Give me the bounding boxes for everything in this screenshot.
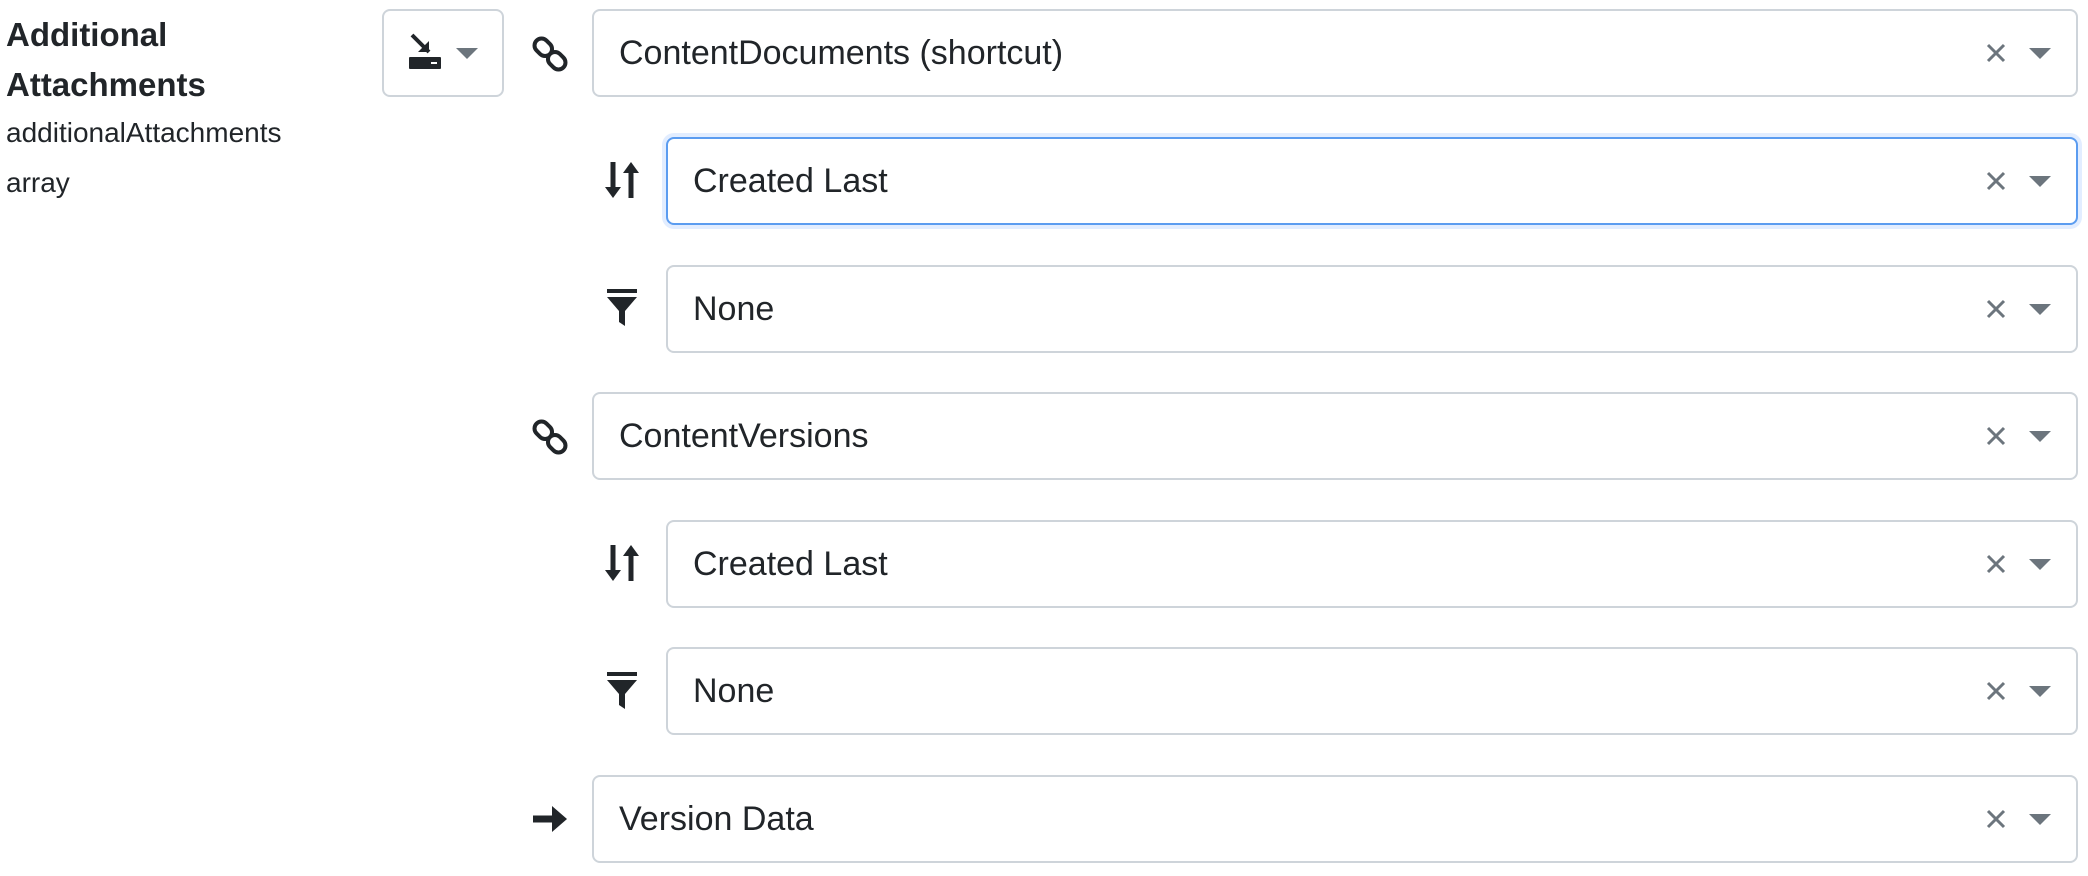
filter-icon [598,284,646,332]
select-value: Version Data [619,799,814,838]
select-value: None [693,671,775,710]
field-select[interactable]: Version Data [592,775,2078,863]
sort-select[interactable]: Created Last [666,520,2078,608]
chevron-down-icon[interactable] [2018,813,2062,825]
link-icon [526,30,574,78]
map-input-icon [408,32,442,75]
filter-select[interactable]: None [666,647,2078,735]
clear-icon[interactable] [1974,554,2018,574]
chevron-down-icon[interactable] [2018,303,2062,315]
link-icon [526,413,574,461]
field-type: array [6,167,70,198]
chevron-down-icon[interactable] [2018,685,2062,697]
chevron-down-icon [456,47,478,59]
arrow-right-icon [526,795,574,843]
relationship-select[interactable]: ContentDocuments (shortcut) [592,9,2078,97]
sort-icon [598,539,646,587]
select-value: Created Last [693,161,888,200]
chevron-down-icon[interactable] [2018,430,2062,442]
chevron-down-icon[interactable] [2018,558,2062,570]
clear-icon[interactable] [1974,171,2018,191]
select-value: ContentDocuments (shortcut) [619,33,1064,72]
field-title: Additional Attachments [6,16,206,103]
sort-icon [598,156,646,204]
clear-icon[interactable] [1974,809,2018,829]
chevron-down-icon[interactable] [2018,47,2062,59]
select-value: ContentVersions [619,416,869,455]
sort-select[interactable]: Created Last [666,137,2078,225]
select-value: None [693,289,775,328]
mapping-mode-dropdown-button[interactable] [382,9,504,97]
select-value: Created Last [693,544,888,583]
filter-icon [598,667,646,715]
filter-select[interactable]: None [666,265,2078,353]
relationship-select[interactable]: ContentVersions [592,392,2078,480]
clear-icon[interactable] [1974,43,2018,63]
chevron-down-icon[interactable] [2018,175,2062,187]
clear-icon[interactable] [1974,426,2018,446]
field-key: additionalAttachments [6,117,282,148]
clear-icon[interactable] [1974,299,2018,319]
clear-icon[interactable] [1974,681,2018,701]
